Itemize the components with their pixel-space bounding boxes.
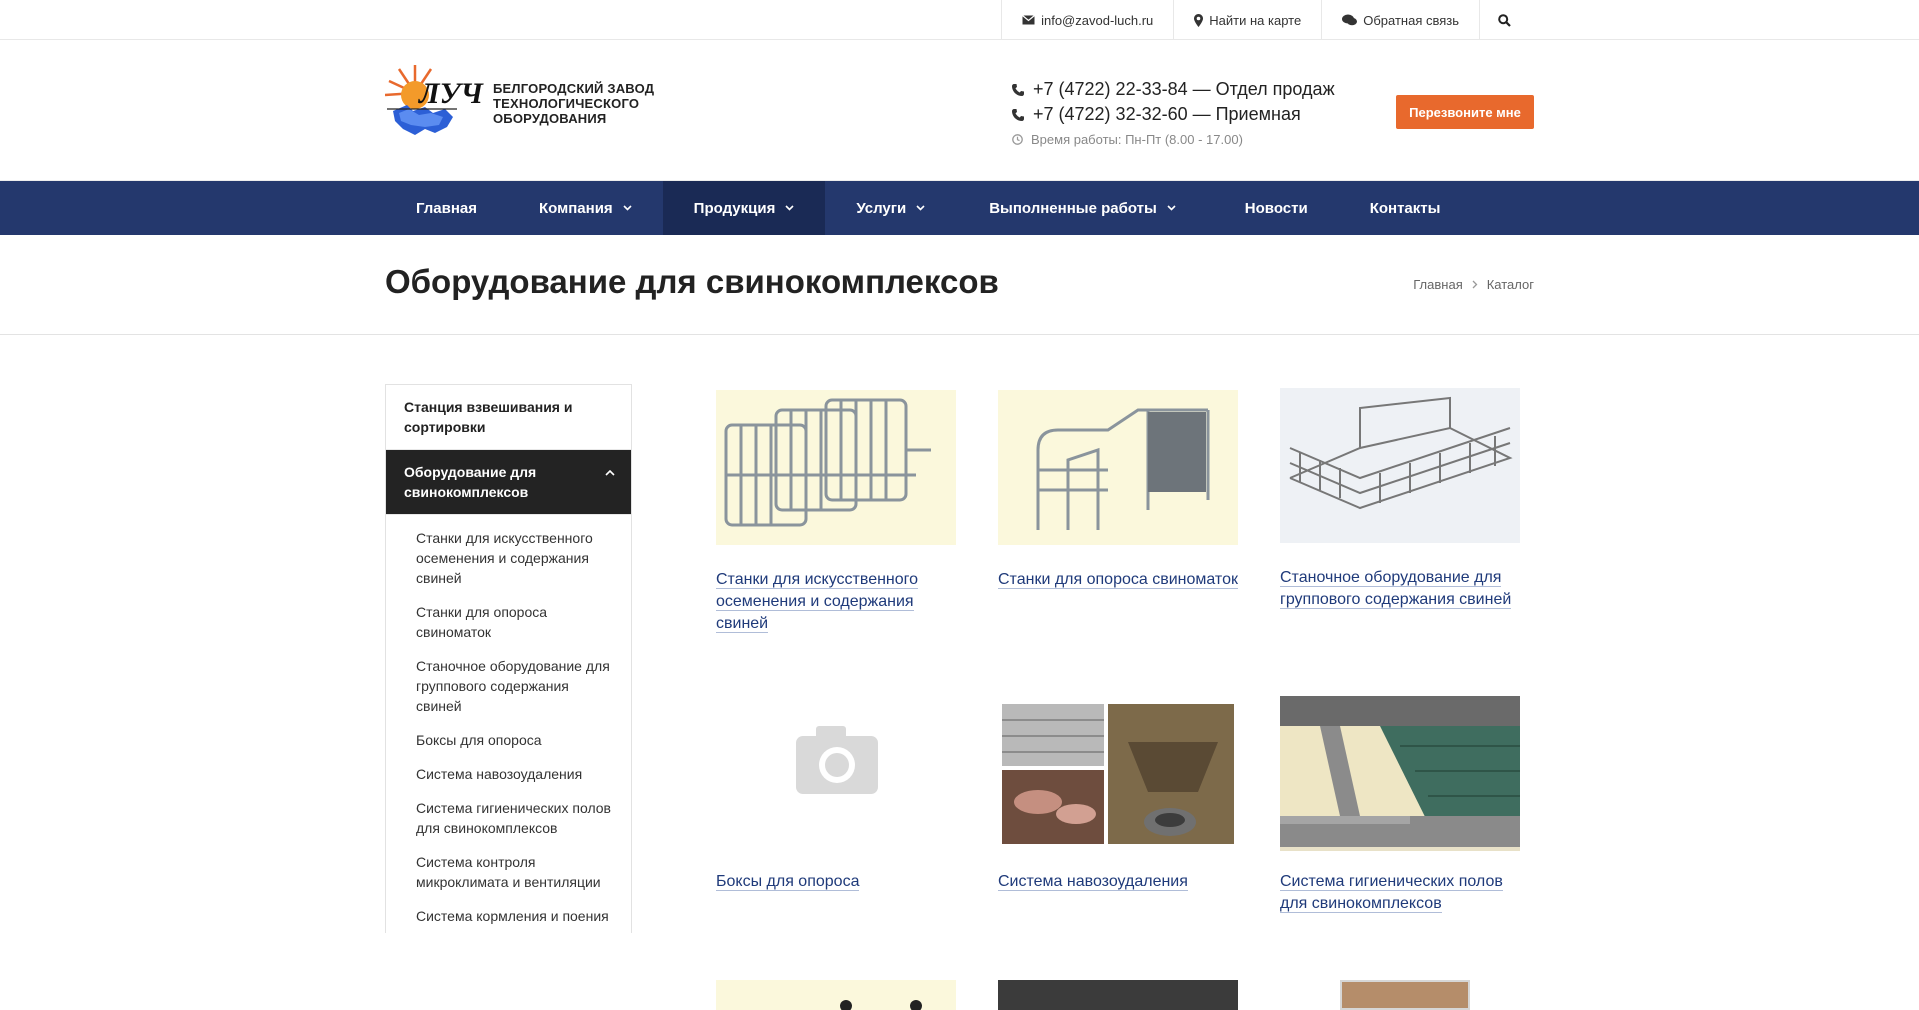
product-card[interactable]: Станки для искусственного осеменения и с…: [716, 390, 966, 635]
sidebar-subitem[interactable]: Станочное оборудование для группового со…: [386, 649, 631, 723]
top-bar: info@zavod-luch.ru Найти на карте Обратн…: [0, 0, 1919, 40]
email-link[interactable]: info@zavod-luch.ru: [1001, 0, 1173, 40]
sidebar-subitem[interactable]: Станки для искусственного осеменения и с…: [386, 521, 631, 595]
partial-image: [840, 1000, 922, 1010]
page-title: Оборудование для свинокомплексов: [385, 263, 999, 300]
breadcrumb-catalog[interactable]: Каталог: [1487, 277, 1534, 292]
stall-image: [724, 398, 931, 527]
product-card[interactable]: Система гигиенических полов для свиноком…: [1280, 696, 1530, 915]
map-pin-icon: [1194, 13, 1204, 27]
product-image-placeholder[interactable]: [716, 692, 956, 847]
email-text: info@zavod-luch.ru: [1041, 12, 1154, 28]
product-card[interactable]: Станочное оборудование для группового со…: [1280, 388, 1530, 611]
map-link[interactable]: Найти на карте: [1173, 0, 1321, 40]
product-card[interactable]: [1340, 980, 1590, 1010]
product-image-group-pen[interactable]: [1280, 388, 1520, 543]
sidebar-item-weighing[interactable]: Станция взвешивания и сортировки: [386, 385, 631, 450]
phone-reception[interactable]: +7 (4722) 32-32-60 — Приемная: [1012, 102, 1335, 127]
logo-mark: ЛУЧ: [384, 63, 485, 143]
group-pen-image: [1289, 396, 1513, 510]
product-card[interactable]: Система навозоудаления: [998, 702, 1248, 893]
product-image-partial[interactable]: [998, 980, 1238, 1010]
product-caption[interactable]: Система навозоудаления: [998, 871, 1248, 893]
product-caption[interactable]: Система гигиенических полов для свиноком…: [1280, 871, 1530, 915]
chevron-down-icon: [916, 205, 925, 211]
camera-icon: [796, 726, 878, 794]
logo-sun-gear-icon: ЛУЧ: [384, 65, 484, 135]
nav-item-contacts[interactable]: Контакты: [1339, 181, 1472, 235]
chevron-down-icon: [1167, 205, 1176, 211]
product-image-partial[interactable]: [716, 980, 956, 1010]
phone-icon: [1012, 108, 1024, 121]
nav-items: Главная Компания Продукция Услуги Выполн…: [385, 181, 1471, 235]
sidebar-subitem[interactable]: Система навозоудаления: [386, 757, 631, 791]
site-header: ЛУЧ БЕЛГОРОДСКИЙ ЗАВОД ТЕХНОЛОГИЧЕСКОГО …: [0, 41, 1919, 181]
breadcrumb-home[interactable]: Главная: [1413, 277, 1462, 292]
chevron-down-icon: [785, 205, 794, 211]
product-card[interactable]: Станки для опороса свиноматок: [998, 390, 1248, 591]
search-icon: [1498, 13, 1511, 27]
comments-icon: [1342, 14, 1358, 26]
callback-button[interactable]: Перезвоните мне: [1396, 95, 1534, 129]
product-image-insemination-stall[interactable]: [716, 390, 956, 545]
logo-text: БЕЛГОРОДСКИЙ ЗАВОД ТЕХНОЛОГИЧЕСКОГО ОБОР…: [493, 80, 655, 126]
chevron-down-icon: [623, 205, 632, 211]
clock-icon: [1012, 134, 1023, 145]
product-image-farrowing-stall[interactable]: [998, 390, 1238, 545]
product-image-manure-system[interactable]: [998, 702, 1238, 857]
product-caption[interactable]: Станки для опороса свиноматок: [998, 569, 1248, 591]
envelope-icon: [1022, 15, 1035, 25]
hygienic-floor-image: [1280, 696, 1520, 847]
svg-text:ЛУЧ: ЛУЧ: [417, 77, 484, 110]
product-caption[interactable]: Станочное оборудование для группового со…: [1280, 567, 1530, 611]
feedback-text: Обратная связь: [1363, 12, 1459, 28]
logo[interactable]: ЛУЧ БЕЛГОРОДСКИЙ ЗАВОД ТЕХНОЛОГИЧЕСКОГО …: [384, 63, 655, 143]
nav-item-projects[interactable]: Выполненные работы: [956, 181, 1214, 235]
contact-block: +7 (4722) 22-33-84 — Отдел продаж +7 (47…: [1012, 77, 1335, 147]
sidebar-subitem[interactable]: Станки для опороса свиноматок: [386, 595, 631, 649]
nav-item-home[interactable]: Главная: [385, 181, 508, 235]
phone-icon: [1012, 83, 1024, 96]
product-caption[interactable]: Станки для искусственного осеменения и с…: [716, 569, 966, 635]
nav-item-company[interactable]: Компания: [508, 181, 663, 235]
product-image-hygienic-floor[interactable]: [1280, 696, 1520, 851]
sidebar-item-pig-equipment[interactable]: Оборудование для свинокомплексов: [386, 450, 631, 515]
category-sidebar: Станция взвешивания и сортировки Оборудо…: [385, 384, 632, 933]
top-links: info@zavod-luch.ru Найти на карте Обратн…: [1001, 0, 1535, 40]
nav-item-services[interactable]: Услуги: [825, 181, 956, 235]
product-card[interactable]: [716, 980, 966, 1010]
map-text: Найти на карте: [1209, 12, 1302, 28]
sidebar-submenu: Станки для искусственного осеменения и с…: [386, 515, 631, 933]
nav-item-products[interactable]: Продукция: [662, 181, 826, 235]
sidebar-subitem[interactable]: Система контроля микроклимата и вентиляц…: [386, 845, 631, 899]
product-card[interactable]: [998, 980, 1248, 1010]
sidebar-subitem[interactable]: Система кормления и поения: [386, 899, 631, 933]
manure-system-collage: [1002, 704, 1234, 844]
chevron-right-icon: [1472, 280, 1478, 289]
breadcrumb: Главная Каталог: [1413, 277, 1534, 292]
work-hours: Время работы: Пн-Пт (8.00 - 17.00): [1012, 132, 1335, 147]
chevron-up-icon[interactable]: [605, 470, 615, 476]
farrowing-stall-image: [1036, 408, 1210, 530]
sidebar-subitem[interactable]: Система гигиенических полов для свиноком…: [386, 791, 631, 845]
sidebar-subitem[interactable]: Боксы для опороса: [386, 723, 631, 757]
feedback-link[interactable]: Обратная связь: [1321, 0, 1479, 40]
main-nav: Главная Компания Продукция Услуги Выполн…: [0, 181, 1919, 235]
nav-item-news[interactable]: Новости: [1214, 181, 1339, 235]
search-button[interactable]: [1479, 0, 1535, 40]
product-card[interactable]: Боксы для опороса: [716, 692, 966, 893]
title-band: Оборудование для свинокомплексов Главная…: [0, 235, 1919, 335]
phone-sales[interactable]: +7 (4722) 22-33-84 — Отдел продаж: [1012, 77, 1335, 102]
product-caption[interactable]: Боксы для опороса: [716, 871, 966, 893]
product-image-partial[interactable]: [1340, 980, 1470, 1010]
